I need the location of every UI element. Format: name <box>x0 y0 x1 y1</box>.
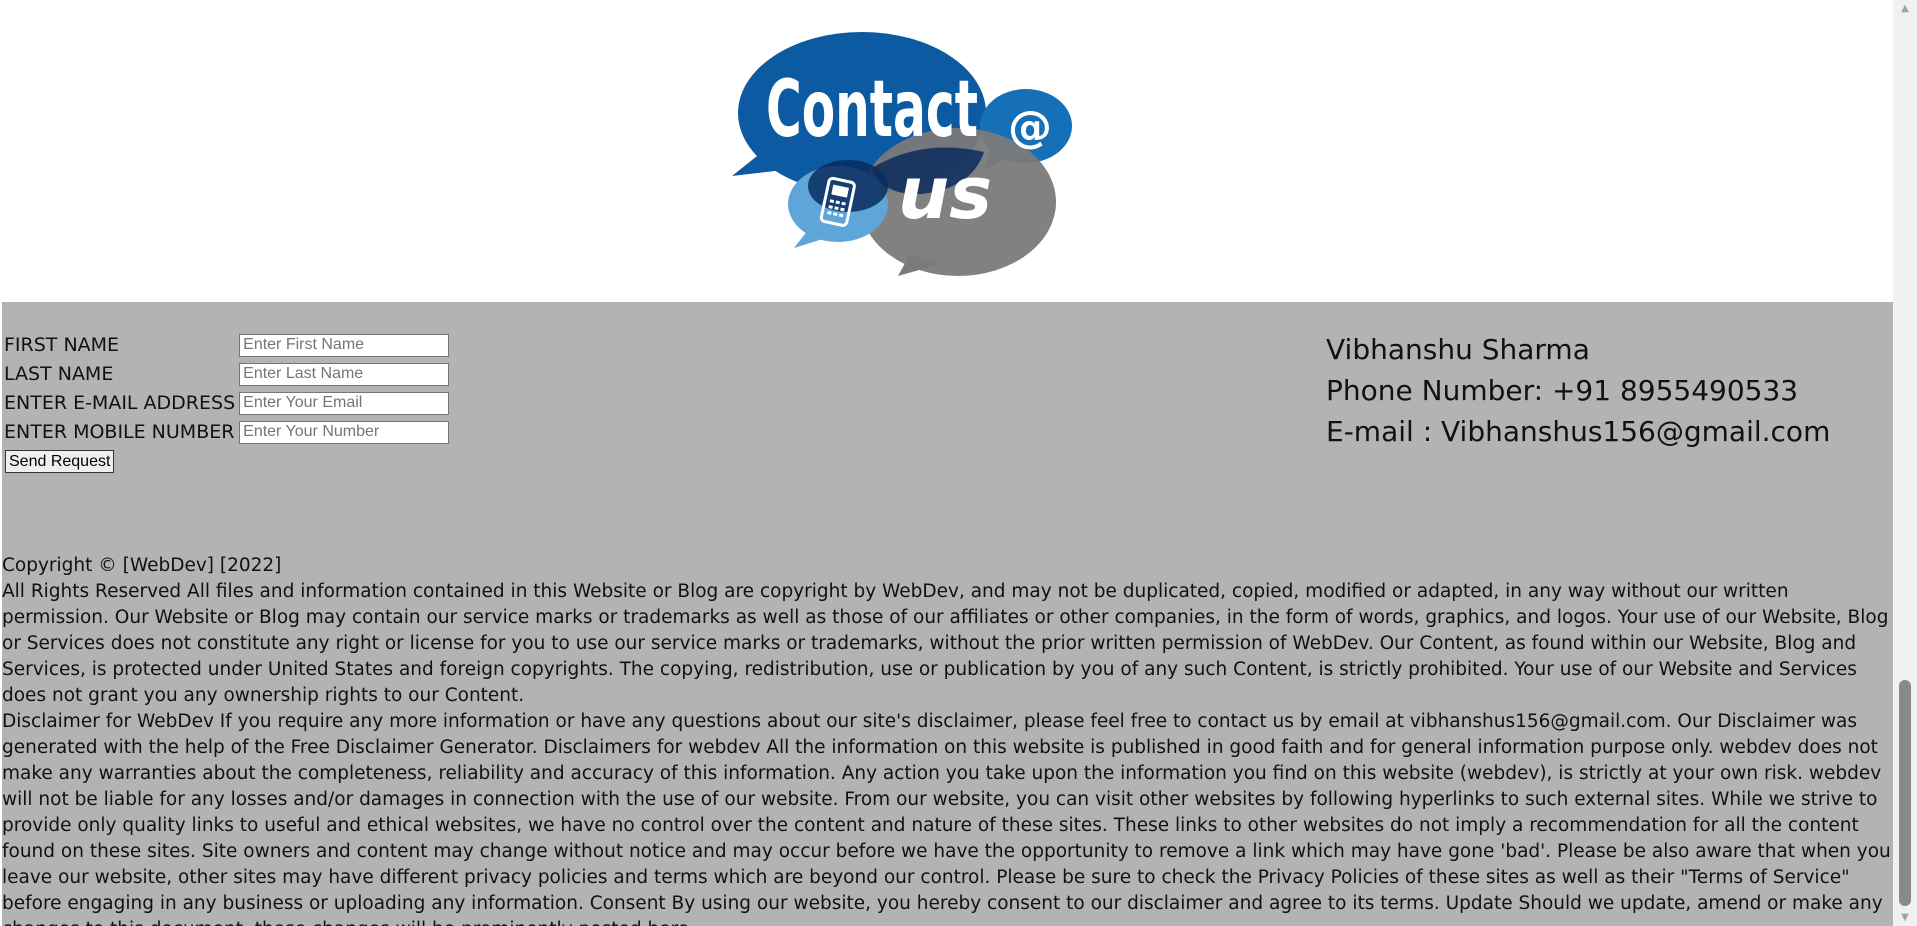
vertical-scrollbar[interactable]: ▲ ▼ <box>1893 0 1917 926</box>
form-row-email: ENTER E-MAIL ADDRESS <box>4 388 450 417</box>
logo-at-symbol: @ <box>1008 102 1052 153</box>
first-name-label: FIRST NAME <box>4 333 120 356</box>
contact-phone: Phone Number: +91 8955490533 <box>1326 374 1799 407</box>
browser-viewport: Contact @ us FIRST NAME LAST NAME ENTER … <box>0 0 1917 926</box>
mobile-input[interactable] <box>239 420 450 444</box>
scroll-down-arrow-icon[interactable]: ▼ <box>1893 909 1917 926</box>
logo-word-contact: Contact <box>766 65 978 155</box>
scrollbar-thumb[interactable] <box>1899 680 1911 906</box>
last-name-input[interactable] <box>239 362 450 386</box>
email-label: ENTER E-MAIL ADDRESS <box>4 391 236 414</box>
last-name-label: LAST NAME <box>4 362 114 385</box>
scroll-up-arrow-icon[interactable]: ▲ <box>1893 0 1917 17</box>
send-request-button[interactable]: Send Request <box>5 450 115 473</box>
contact-page: Contact @ us FIRST NAME LAST NAME ENTER … <box>2 0 1893 926</box>
contact-name: Vibhanshu Sharma <box>1326 333 1590 366</box>
form-row-last-name: LAST NAME <box>4 359 450 388</box>
hero-section: Contact @ us <box>2 0 1893 302</box>
disclaimer-text: Disclaimer for WebDev If you require any… <box>2 711 1891 926</box>
first-name-input[interactable] <box>239 333 450 357</box>
contact-info: Vibhanshu Sharma Phone Number: +91 89554… <box>1326 329 1830 452</box>
form-row-mobile: ENTER MOBILE NUMBER <box>4 417 450 446</box>
form-row-first-name: FIRST NAME <box>4 330 450 359</box>
email-input[interactable] <box>239 391 450 415</box>
mobile-label: ENTER MOBILE NUMBER <box>4 420 235 443</box>
logo-word-us: us <box>898 151 992 235</box>
rights-text: All Rights Reserved All files and inform… <box>2 581 1889 706</box>
contact-form: FIRST NAME LAST NAME ENTER E-MAIL ADDRES… <box>4 330 450 446</box>
contact-email: E-mail : Vibhanshus156@gmail.com <box>1326 415 1831 448</box>
footer: Copyright © [WebDev] [2022] All Rights R… <box>2 553 1893 926</box>
copyright-text: Copyright © [WebDev] [2022] <box>2 555 282 576</box>
contact-us-logo: Contact @ us <box>732 32 1072 276</box>
